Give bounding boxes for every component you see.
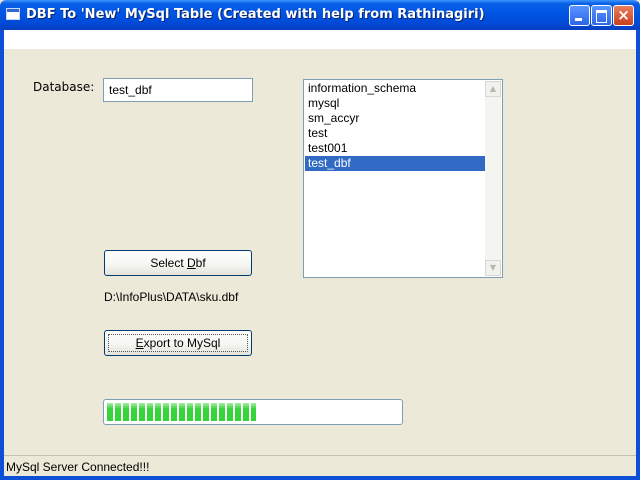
list-item[interactable]: test001 xyxy=(305,141,485,156)
vertical-scrollbar[interactable]: ▲ ▼ xyxy=(485,81,501,276)
app-window-icon[interactable] xyxy=(6,8,20,20)
minimize-button[interactable] xyxy=(569,5,590,26)
export-progress-bar xyxy=(103,399,403,425)
scroll-up-button[interactable]: ▲ xyxy=(485,81,501,97)
chevron-up-icon: ▲ xyxy=(489,84,497,93)
close-button[interactable]: × xyxy=(613,5,634,26)
export-button-label: Export to MySql xyxy=(136,336,221,350)
export-label-accel: E xyxy=(135,336,144,350)
window-frame-right xyxy=(636,30,640,480)
list-item[interactable]: test xyxy=(305,126,485,141)
scroll-down-button[interactable]: ▼ xyxy=(485,260,501,276)
title-bar[interactable]: DBF To 'New' MySql Table (Created with h… xyxy=(0,0,640,30)
select-dbf-label-before: Select xyxy=(150,256,187,270)
export-to-mysql-button[interactable]: Export to MySql xyxy=(104,330,252,356)
select-dbf-button-label: Select Dbf xyxy=(150,256,205,270)
list-item[interactable]: sm_accyr xyxy=(305,111,485,126)
dbf-path-label: D:\InfoPlus\DATA\sku.dbf xyxy=(104,290,239,304)
export-label-after: xport to MySql xyxy=(143,336,221,350)
status-text: MySql Server Connected!!! xyxy=(6,460,150,474)
database-label: Database: xyxy=(33,80,95,94)
database-listbox[interactable]: information_schema mysql sm_accyr test test0… xyxy=(303,79,503,278)
database-input[interactable]: test_dbf xyxy=(103,78,253,102)
app-window: DBF To 'New' MySql Table (Created with h… xyxy=(0,0,640,480)
list-item[interactable]: information_schema xyxy=(305,81,485,96)
window-title: DBF To 'New' MySql Table (Created with h… xyxy=(26,7,485,22)
window-frame-bottom xyxy=(0,476,640,480)
close-icon: × xyxy=(617,6,630,24)
select-dbf-label-after: bf xyxy=(195,256,206,270)
select-dbf-label-accel: D xyxy=(187,256,196,270)
list-item[interactable]: test_dbf xyxy=(305,156,485,171)
list-item[interactable]: mysql xyxy=(305,96,485,111)
menu-strip xyxy=(4,30,636,49)
maximize-button[interactable] xyxy=(591,5,612,26)
select-dbf-button[interactable]: Select Dbf xyxy=(104,250,252,276)
progress-fill xyxy=(107,403,256,421)
status-bar: MySql Server Connected!!! xyxy=(4,455,636,476)
chevron-down-icon: ▼ xyxy=(489,263,497,272)
